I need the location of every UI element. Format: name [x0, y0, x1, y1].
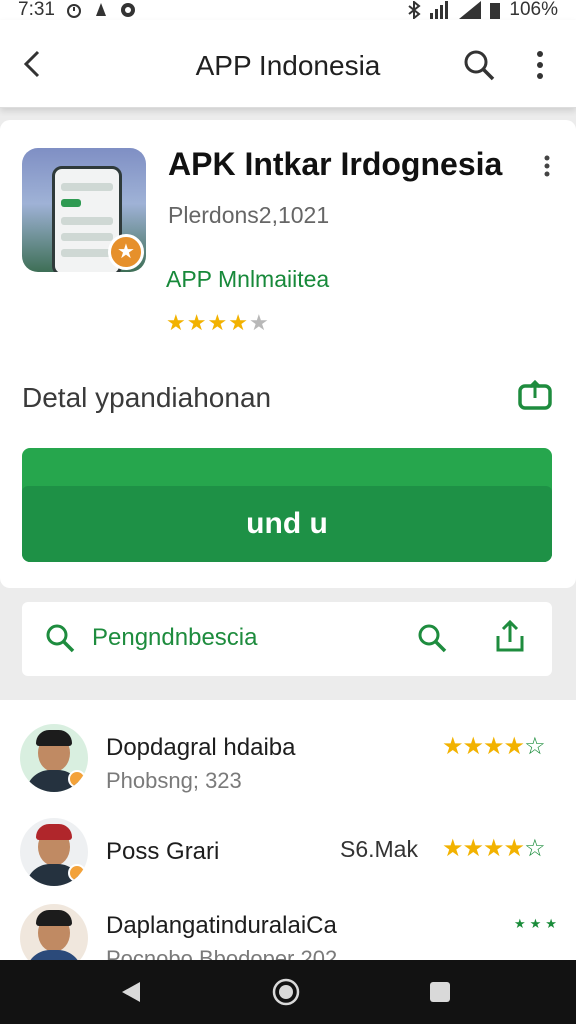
more-vert-icon[interactable] [540, 154, 554, 178]
star-icon: ★ [166, 310, 187, 335]
star-icon: ★ [186, 310, 208, 335]
notification-icon [95, 3, 106, 16]
star-icon: ☆ [524, 835, 545, 862]
review-rating: ★★★★☆ [442, 732, 546, 761]
reviewer-metric: S6.Mak [340, 836, 418, 862]
avatar [20, 818, 88, 886]
star-badge-icon: ★ [108, 234, 144, 270]
alarm-icon [66, 4, 81, 18]
star-icon: ★ [503, 733, 525, 760]
search-icon[interactable] [462, 48, 496, 82]
nav-recent-icon[interactable] [430, 982, 450, 1002]
reviewer-name: Poss Grari [106, 838, 220, 865]
avatar [20, 724, 88, 792]
battery-icon [490, 3, 501, 19]
app-bar: APP Indonesia [0, 20, 576, 108]
reviewer-sub: Pocnobo Bbodoper 202 [106, 946, 338, 960]
status-time: 7:31 [18, 0, 55, 20]
star-icon: ★ [483, 733, 504, 760]
app-rating: ★★★★★ [166, 310, 270, 336]
star-icon: ★ [228, 310, 249, 335]
search-icon[interactable] [416, 622, 448, 654]
bluetooth-icon [408, 1, 421, 19]
signal-icon [430, 1, 449, 19]
nav-back-icon[interactable] [120, 980, 142, 1004]
app-name: APK Intkar Irdognesia [168, 146, 503, 182]
search-strip-label: Pengndnbescia [92, 624, 258, 651]
star-icon: ☆ [524, 733, 545, 760]
star-icon: ★ [462, 733, 484, 760]
star-icon: ★ [248, 310, 270, 335]
star-icon: ★ [442, 835, 463, 862]
app-icon[interactable]: ★ [22, 148, 146, 272]
search-strip[interactable]: Pengndnbescia [22, 602, 552, 676]
more-vert-icon[interactable] [528, 48, 552, 82]
star-icon: ★ [503, 835, 525, 862]
search-icon [46, 624, 75, 653]
install-button[interactable]: und u [22, 448, 552, 562]
review-rating-mini: ★★★ [514, 916, 561, 931]
battery-level: 106% [509, 0, 558, 20]
review-list: Dopdagral hdaiba Phobsng; 323 ★★★★☆ Poss… [0, 700, 576, 960]
list-item[interactable]: DaplangatinduralaiCa Pocnobo Bbodoper 20… [0, 900, 576, 960]
reviewer-name: Dopdagral hdaiba [106, 734, 296, 761]
reviewer-sub: Phobsng; 323 [106, 768, 242, 793]
status-bar: 7:31 106% [0, 0, 576, 20]
list-item[interactable]: Dopdagral hdaiba Phobsng; 323 ★★★★☆ [0, 714, 576, 814]
star-icon: ★ [462, 835, 484, 862]
system-nav-bar [0, 960, 576, 1024]
nav-home-icon[interactable] [272, 978, 300, 1006]
wifi-icon [459, 1, 482, 19]
star-icon: ★ [483, 835, 504, 862]
details-label: Detal ypandiahonan [22, 382, 272, 413]
star-icon: ★ [442, 733, 463, 760]
screen-share-icon[interactable] [516, 378, 554, 416]
install-button-label: und u [22, 486, 552, 562]
app-meta: Plerdons2,1021 [168, 202, 330, 228]
review-rating: ★★★★☆ [442, 834, 546, 863]
sync-icon [120, 3, 135, 17]
reviewer-name: DaplangatinduralaiCa [106, 912, 337, 939]
share-icon[interactable] [492, 618, 528, 654]
developer-link[interactable]: APP Mnlmaiitea [166, 266, 329, 293]
star-icon: ★ [207, 310, 229, 335]
avatar [20, 904, 88, 960]
app-card: ★ APK Intkar Irdognesia Plerdons2,1021 A… [0, 120, 576, 588]
